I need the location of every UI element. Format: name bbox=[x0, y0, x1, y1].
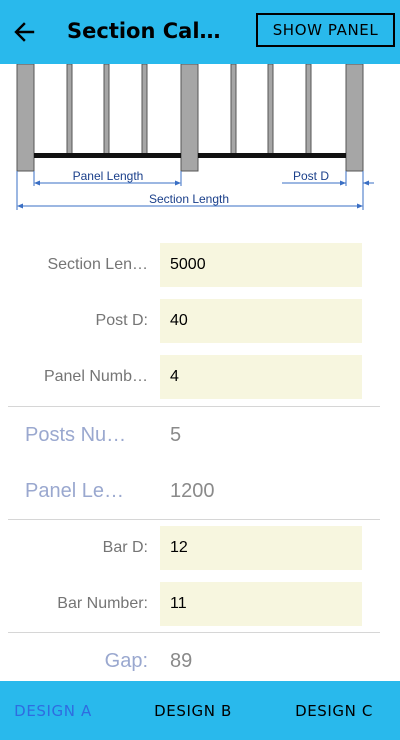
gap-value: 89 bbox=[170, 649, 193, 672]
gap-row: Gap: 89 bbox=[0, 639, 400, 683]
bars-right-panel bbox=[230, 64, 312, 155]
fence-section-diagram: Panel Length Post D Section Length bbox=[16, 64, 374, 210]
panel-number-label: Panel Numb… bbox=[43, 368, 148, 385]
post-right bbox=[345, 64, 364, 172]
divider bbox=[8, 632, 380, 633]
post-left bbox=[16, 64, 35, 172]
gap-label: Gap: bbox=[104, 649, 148, 672]
post-d-row: Post D: 40 bbox=[0, 299, 400, 343]
bar-number-input[interactable]: 11 bbox=[160, 582, 362, 626]
tab-design-b[interactable]: DESIGN B bbox=[140, 681, 246, 740]
panel-number-input[interactable]: 4 bbox=[160, 355, 362, 399]
section-length-dim-label: Section Length bbox=[149, 192, 229, 206]
post-middle bbox=[180, 64, 199, 172]
arrow-back-icon bbox=[14, 22, 35, 42]
bar-d-input[interactable]: 12 bbox=[160, 526, 362, 570]
posts-number-value: 5 bbox=[170, 423, 182, 446]
tab-design-a[interactable]: DESIGN A bbox=[0, 681, 106, 740]
post-d-input[interactable]: 40 bbox=[160, 299, 362, 343]
rail-left bbox=[34, 153, 181, 158]
posts-number-label: Posts Nu… bbox=[25, 423, 127, 446]
tab-design-c[interactable]: DESIGN C bbox=[281, 681, 387, 740]
bottom-navigation: DESIGN A DESIGN B DESIGN C bbox=[0, 681, 400, 740]
post-d-label: Post D: bbox=[95, 312, 148, 329]
panel-length-row: Panel Le… 1200 bbox=[0, 469, 400, 513]
section-length-row: Section Len… 5000 bbox=[0, 243, 400, 287]
bar-number-row: Bar Number: 11 bbox=[0, 582, 400, 626]
panel-number-row: Panel Numb… 4 bbox=[0, 355, 400, 399]
section-length-label: Section Len… bbox=[47, 256, 148, 273]
divider bbox=[8, 406, 380, 407]
posts-number-row: Posts Nu… 5 bbox=[0, 413, 400, 457]
bar-number-label: Bar Number: bbox=[57, 595, 148, 612]
panel-length-value: 1200 bbox=[170, 479, 215, 502]
rail-right bbox=[198, 153, 346, 158]
page-title: Section Cal… bbox=[67, 19, 221, 43]
show-panel-button[interactable]: SHOW PANEL bbox=[256, 13, 395, 47]
section-length-input[interactable]: 5000 bbox=[160, 243, 362, 287]
app-bar: Section Cal… SHOW PANEL bbox=[0, 0, 400, 64]
post-d-dim-label: Post D bbox=[293, 169, 329, 183]
back-button[interactable] bbox=[4, 12, 44, 52]
bars-left-panel bbox=[66, 64, 148, 155]
bar-d-label: Bar D: bbox=[102, 539, 148, 556]
panel-length-label: Panel Le… bbox=[25, 479, 124, 502]
panel-length-dim-label: Panel Length bbox=[73, 169, 144, 183]
divider bbox=[8, 519, 380, 520]
bar-d-row: Bar D: 12 bbox=[0, 526, 400, 570]
